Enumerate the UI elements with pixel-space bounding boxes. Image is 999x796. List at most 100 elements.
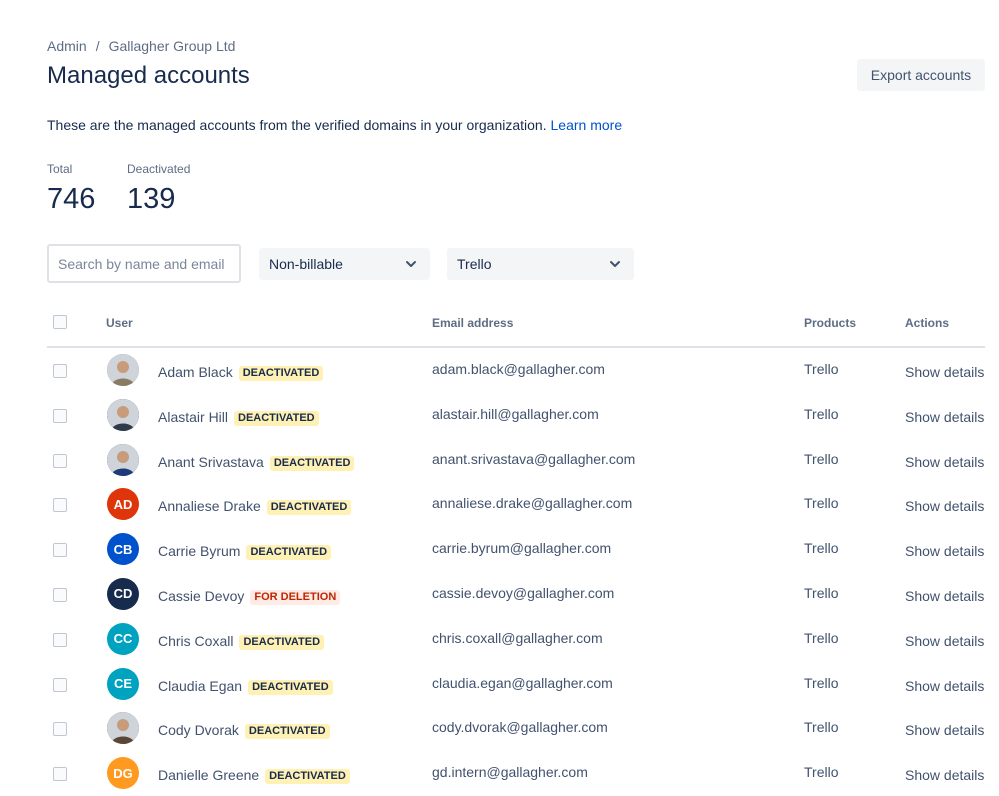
- user-name[interactable]: Claudia Egan: [158, 678, 242, 694]
- email-cell: carrie.byrum@gallagher.com: [432, 540, 612, 557]
- column-header-actions: Actions: [905, 316, 950, 330]
- show-details-link[interactable]: Show details: [905, 722, 984, 738]
- status-badge: FOR DELETION: [250, 589, 341, 605]
- user-cell: Annaliese Drake DEACTIVATED: [158, 498, 352, 516]
- show-details-link[interactable]: Show details: [905, 364, 984, 380]
- row-checkbox[interactable]: [53, 408, 67, 423]
- export-accounts-button[interactable]: Export accounts: [857, 59, 985, 91]
- status-badge: DEACTIVATED: [248, 679, 333, 695]
- status-badge: DEACTIVATED: [265, 769, 350, 785]
- status-badge: DEACTIVATED: [266, 500, 352, 516]
- show-details-link[interactable]: Show details: [905, 678, 984, 694]
- user-name[interactable]: Danielle Greene: [158, 767, 259, 783]
- user-name[interactable]: Chris Coxall: [158, 633, 233, 649]
- show-details-link[interactable]: Show details: [905, 454, 984, 470]
- email-cell: gd.intern@gallagher.com: [432, 764, 588, 781]
- accounts-table: User Email address Products Actions Adam…: [47, 306, 985, 796]
- learn-more-link[interactable]: Learn more: [551, 117, 623, 133]
- status-badge: DEACTIVATED: [238, 366, 324, 381]
- avatar: [107, 712, 139, 745]
- page-title: Managed accounts: [47, 62, 250, 89]
- row-checkbox[interactable]: [53, 453, 67, 468]
- table-row: CB Carrie Byrum DEACTIVATED carrie.byrum@…: [47, 527, 985, 572]
- avatar: CC: [107, 622, 139, 655]
- avatar: CE: [107, 667, 139, 700]
- product-cell: Trello: [804, 450, 839, 467]
- column-header-email: Email address: [432, 316, 514, 330]
- user-name[interactable]: Carrie Byrum: [158, 543, 240, 559]
- row-checkbox[interactable]: [53, 677, 67, 692]
- user-name[interactable]: Cassie Devoy: [158, 588, 244, 604]
- user-cell: Cody Dvorak DEACTIVATED: [158, 722, 330, 740]
- show-details-link[interactable]: Show details: [905, 767, 984, 783]
- table-row: CC Chris Coxall DEACTIVATED chris.coxall@…: [47, 617, 985, 662]
- total-stat: Total 746: [47, 162, 95, 216]
- show-details-link[interactable]: Show details: [905, 543, 984, 559]
- user-name[interactable]: Alastair Hill: [158, 409, 228, 425]
- user-cell: Adam Black DEACTIVATED: [158, 364, 324, 381]
- user-name[interactable]: Adam Black: [158, 364, 233, 380]
- user-photo-icon: [107, 398, 139, 431]
- table-body: Adam Black DEACTIVATED adam.black@gallagh…: [47, 348, 985, 796]
- description-text: These are the managed accounts from the …: [47, 117, 551, 133]
- row-checkbox[interactable]: [53, 767, 67, 782]
- row-checkbox[interactable]: [53, 632, 67, 647]
- email-cell: alastair.hill@gallagher.com: [432, 405, 599, 422]
- product-cell: Trello: [804, 540, 839, 557]
- deactivated-stat: Deactivated 139: [127, 162, 190, 216]
- email-cell: chris.coxall@gallagher.com: [432, 629, 603, 646]
- chevron-down-icon: [610, 261, 620, 267]
- column-header-user[interactable]: User: [106, 316, 133, 330]
- product-cell: Trello: [804, 764, 839, 781]
- show-details-link[interactable]: Show details: [905, 409, 984, 425]
- avatar: [107, 398, 139, 431]
- user-name[interactable]: Anant Srivastava: [158, 454, 264, 470]
- row-checkbox[interactable]: [53, 543, 67, 558]
- product-cell: Trello: [804, 674, 839, 691]
- page-description: These are the managed accounts from the …: [47, 117, 622, 133]
- breadcrumb: Admin / Gallagher Group Ltd: [47, 38, 235, 54]
- avatar: AD: [107, 488, 139, 521]
- email-cell: cody.dvorak@gallagher.com: [432, 719, 608, 736]
- show-details-link[interactable]: Show details: [905, 633, 984, 649]
- product-cell: Trello: [804, 584, 839, 601]
- avatar: [107, 443, 139, 476]
- status-badge: DEACTIVATED: [269, 455, 355, 471]
- breadcrumb-org-link[interactable]: Gallagher Group Ltd: [109, 38, 236, 54]
- table-row: DG Danielle Greene DEACTIVATED gd.intern@…: [47, 751, 985, 796]
- product-filter-select[interactable]: Trello: [447, 248, 634, 280]
- show-details-link[interactable]: Show details: [905, 498, 984, 514]
- select-all-checkbox[interactable]: [53, 315, 67, 329]
- breadcrumb-admin-link[interactable]: Admin: [47, 38, 87, 54]
- show-details-link[interactable]: Show details: [905, 588, 984, 604]
- deactivated-label: Deactivated: [127, 162, 191, 176]
- user-cell: Chris Coxall DEACTIVATED: [158, 633, 325, 650]
- status-badge: DEACTIVATED: [239, 634, 325, 650]
- row-checkbox[interactable]: [53, 364, 67, 378]
- status-badge: DEACTIVATED: [246, 545, 332, 561]
- row-checkbox[interactable]: [53, 587, 67, 602]
- status-badge: DEACTIVATED: [234, 410, 319, 426]
- user-photo-icon: [107, 712, 139, 745]
- email-cell: anant.srivastava@gallagher.com: [432, 450, 636, 467]
- product-cell: Trello: [804, 719, 839, 736]
- row-checkbox[interactable]: [53, 722, 67, 737]
- user-name[interactable]: Cody Dvorak: [158, 722, 239, 738]
- search-input[interactable]: [47, 244, 241, 283]
- chevron-down-icon: [406, 261, 416, 267]
- billing-filter-select[interactable]: Non-billable: [259, 248, 430, 280]
- table-row: AD Annaliese Drake DEACTIVATED annaliese.…: [47, 482, 985, 527]
- avatar-initials: CD: [113, 586, 133, 602]
- table-row: CE Claudia Egan DEACTIVATED claudia.egan@…: [47, 662, 985, 707]
- row-checkbox[interactable]: [53, 498, 67, 513]
- user-photo-icon: [107, 354, 139, 386]
- deactivated-value: 139: [127, 183, 176, 215]
- avatar-initials: CE: [113, 676, 133, 692]
- user-name[interactable]: Annaliese Drake: [158, 498, 261, 514]
- breadcrumb-separator: /: [95, 38, 100, 54]
- product-cell: Trello: [804, 405, 839, 422]
- user-cell: Cassie Devoy FOR DELETION: [158, 588, 341, 605]
- total-value: 746: [47, 183, 96, 215]
- user-cell: Danielle Greene DEACTIVATED: [158, 767, 350, 785]
- table-row: CD Cassie Devoy FOR DELETION cassie.devoy…: [47, 572, 985, 617]
